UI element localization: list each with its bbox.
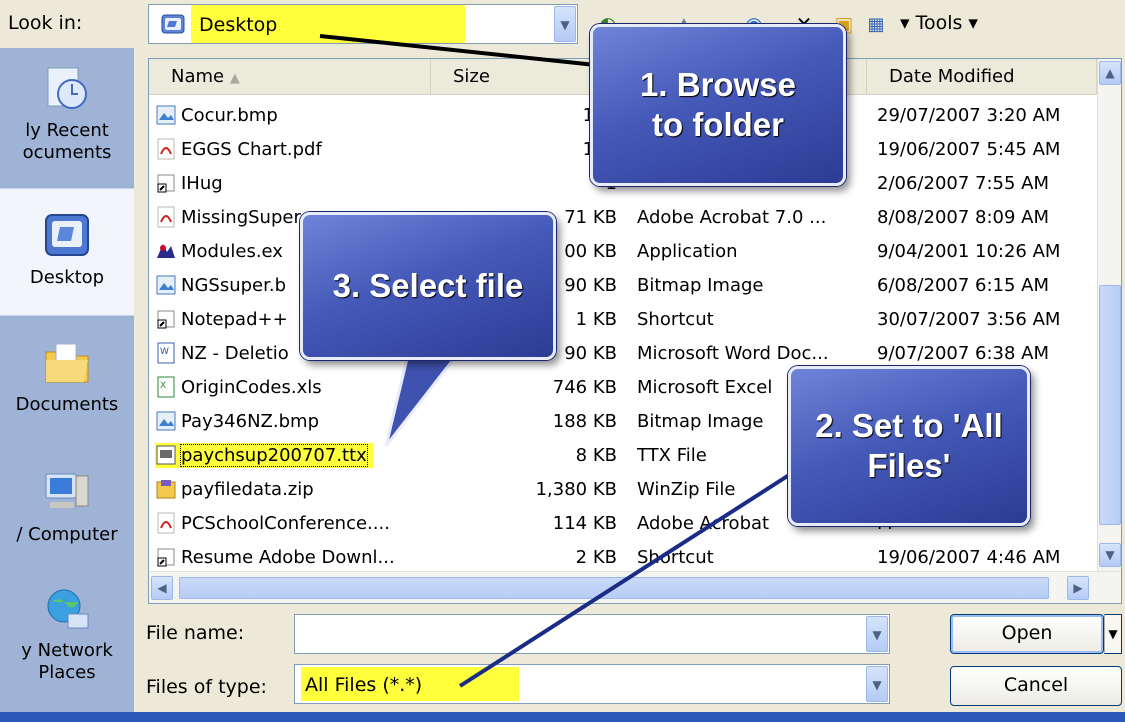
column-name[interactable]: Name ▲ xyxy=(149,59,431,95)
file-name-cell: paychsup200707.ttx xyxy=(155,439,423,473)
scroll-right-icon[interactable]: ▶ xyxy=(1067,576,1089,600)
horizontal-scroll-thumb[interactable] xyxy=(179,577,1049,599)
look-in-label: Look in: xyxy=(8,12,83,34)
file-name-cell: Pay346NZ.bmp xyxy=(155,405,423,439)
file-name-cell: X OriginCodes.xls xyxy=(155,371,423,405)
file-row[interactable]: MissingSuper 71 KB Adobe Acrobat 7.0 ... 8/… xyxy=(149,201,1097,235)
desktop-icon xyxy=(45,214,89,256)
files-of-type-label: Files of type: xyxy=(146,676,267,698)
svg-text:W: W xyxy=(160,347,169,357)
file-date-cell: 19/06/2007 4:46 AM xyxy=(877,547,1061,568)
my-computer-icon xyxy=(45,473,89,508)
files-of-type-dropdown[interactable]: All Files (*.*) ▼ xyxy=(294,664,890,704)
file-size-cell: 746 KB xyxy=(552,377,617,398)
scroll-left-icon[interactable]: ◀ xyxy=(151,576,173,600)
cancel-button[interactable]: Cancel xyxy=(950,666,1122,706)
scroll-up-icon[interactable]: ▲ xyxy=(1099,61,1121,85)
file-name-cell: PCSchoolConference.... xyxy=(155,507,423,541)
callout-set-all-files: 2. Set to 'All Files' xyxy=(788,366,1030,526)
files-of-type-value: All Files (*.*) xyxy=(305,674,423,696)
file-name-field[interactable]: ▼ xyxy=(294,614,890,654)
file-name-cell: Resume Adobe Downl... xyxy=(155,541,423,575)
documents-folder-icon xyxy=(45,343,89,383)
callout-select-file: 3. Select file xyxy=(300,212,556,360)
places-bar: ly Recent ocuments Desktop Documents / C… xyxy=(0,48,134,712)
chevron-down-icon[interactable]: ▼ xyxy=(866,666,888,702)
place-recent-documents[interactable]: ly Recent ocuments xyxy=(0,64,134,164)
application-icon xyxy=(157,244,175,258)
pdf-icon xyxy=(157,206,175,228)
scroll-down-icon[interactable]: ▼ xyxy=(1099,543,1121,567)
pdf-icon xyxy=(157,138,175,160)
file-row[interactable]: NGSsuper.b 90 KB Bitmap Image 6/08/2007 6:1… xyxy=(149,269,1097,303)
vertical-scrollbar[interactable]: ▲ ▼ xyxy=(1097,59,1121,571)
file-row[interactable]: Resume Adobe Downl... 2 KB Shortcut 19/06/2… xyxy=(149,541,1097,575)
svg-text:X: X xyxy=(160,381,166,391)
file-date-cell: 30/07/2007 3:56 AM xyxy=(877,309,1061,330)
place-my-documents[interactable]: Documents xyxy=(0,338,134,416)
bitmap-icon xyxy=(156,411,176,431)
file-type-cell: Application xyxy=(637,241,738,262)
recent-documents-icon xyxy=(47,67,87,109)
open-options-chevron-icon[interactable]: ▼ xyxy=(1104,614,1122,654)
file-date-cell: 8/08/2007 8:09 AM xyxy=(877,207,1050,228)
pdf-icon xyxy=(157,512,175,534)
file-date-cell: 29/07/2007 3:20 AM xyxy=(877,105,1061,126)
place-my-network[interactable]: y Network Places xyxy=(0,584,134,684)
views-icon[interactable]: ▦ xyxy=(862,10,890,38)
word-icon: W xyxy=(157,342,175,364)
chevron-down-icon[interactable]: ▼ xyxy=(866,616,888,652)
window-bottom-border xyxy=(0,712,1125,722)
place-my-computer[interactable]: / Computer xyxy=(0,468,134,546)
file-type-cell: Shortcut xyxy=(637,547,714,568)
file-name-cell: payfiledata.zip xyxy=(155,473,423,507)
file-size-cell: 1,380 KB xyxy=(535,479,617,500)
file-row[interactable]: Notepad++ 1 KB Shortcut 30/07/2007 3:56 AM xyxy=(149,303,1097,337)
horizontal-scrollbar[interactable]: ◀ ▶ xyxy=(149,571,1121,603)
excel-icon: X xyxy=(157,376,175,398)
file-name-cell: EGGS Chart.pdf xyxy=(155,133,423,167)
look-in-dropdown[interactable]: Desktop ▼ xyxy=(148,4,578,44)
file-date-cell: 9/04/2001 10:26 AM xyxy=(877,241,1061,262)
vertical-scroll-thumb[interactable] xyxy=(1099,285,1121,525)
shortcut-icon xyxy=(157,548,175,567)
callout-browse-to-folder: 1. Browse to folder xyxy=(590,24,846,186)
file-date-cell: 19/06/2007 5:45 AM xyxy=(877,139,1061,160)
file-type-cell: Shortcut xyxy=(637,309,714,330)
bitmap-icon xyxy=(156,275,176,295)
file-type-cell: Bitmap Image xyxy=(637,275,764,296)
column-date-modified[interactable]: Date Modified xyxy=(867,59,1097,95)
file-name-cell: IHug xyxy=(155,167,423,201)
ttx-icon xyxy=(156,445,176,465)
sort-ascending-icon: ▲ xyxy=(229,71,240,86)
bitmap-icon xyxy=(156,105,176,125)
network-places-icon xyxy=(47,589,89,629)
chevron-down-icon[interactable]: ▼ xyxy=(554,6,576,42)
file-size-cell: 188 KB xyxy=(552,411,617,432)
file-size-cell: 8 KB xyxy=(575,445,617,466)
desktop-folder-icon xyxy=(161,14,185,34)
tools-menu[interactable]: ▾ Tools ▾ xyxy=(900,12,978,34)
shortcut-icon xyxy=(157,310,175,329)
file-size-cell: 2 KB xyxy=(575,547,617,568)
file-date-cell: 6/08/2007 6:15 AM xyxy=(877,275,1050,296)
place-desktop[interactable]: Desktop xyxy=(0,188,134,316)
file-name-cell: Cocur.bmp xyxy=(155,99,423,133)
file-date-cell: 2/06/2007 7:55 AM xyxy=(877,173,1050,194)
zip-icon xyxy=(156,480,176,499)
file-size-cell: 114 KB xyxy=(552,513,617,534)
open-button[interactable]: Open xyxy=(950,614,1104,654)
file-name-label: File name: xyxy=(146,622,245,644)
file-type-cell: Adobe Acrobat 7.0 ... xyxy=(637,207,827,228)
shortcut-icon xyxy=(157,174,175,193)
look-in-value: Desktop xyxy=(199,14,278,36)
file-row[interactable]: Modules.ex 00 KB Application 9/04/2001 10:2… xyxy=(149,235,1097,269)
